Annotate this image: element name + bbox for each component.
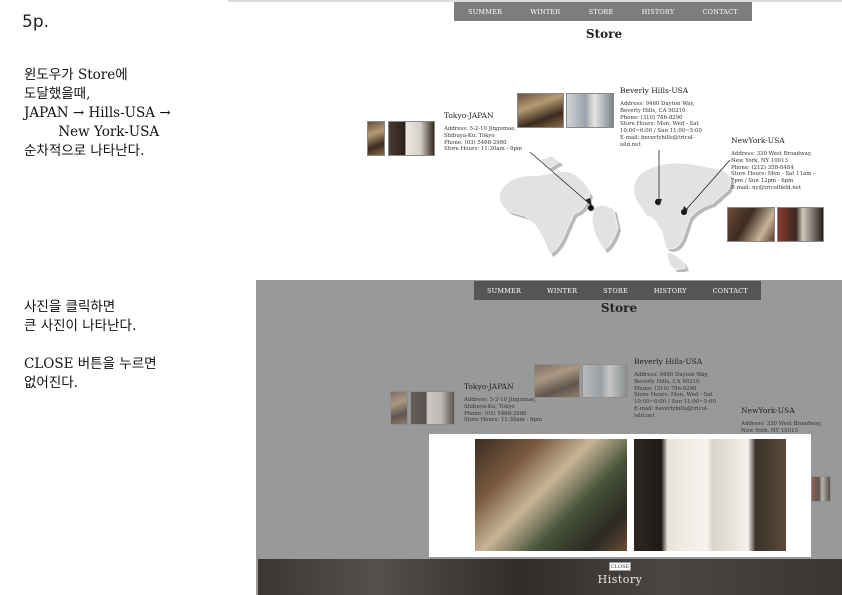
- detail-line: ield.net: [620, 141, 641, 148]
- history-section: [258, 559, 842, 595]
- nav-contact[interactable]: CONTACT: [713, 287, 748, 295]
- large-photo-2[interactable]: [634, 439, 786, 551]
- tokyo-details: Address: 5-2-10 Jingumae, Shibuya-Ku, To…: [464, 397, 554, 424]
- nav-winter[interactable]: WINTER: [547, 287, 577, 295]
- tokyo-photo[interactable]: [388, 121, 435, 156]
- detail-line: Store Hours: Mon - Sat 11am -: [731, 171, 815, 178]
- detail-line: Store Hours: Mon, Wed - Sat: [634, 392, 713, 399]
- annotation-note-bottom: 사진을 클릭하면 큰 사진이 나타난다. CLOSE 버튼을 누르면 없어진다.: [24, 298, 157, 393]
- detail-line: Beverly Hills, CA 90210: [620, 107, 686, 114]
- tokyo-photo-small[interactable]: [367, 121, 385, 156]
- detail-line: Store Hours: 11:30am - 8pm: [444, 146, 522, 153]
- tokyo-photo-small[interactable]: [390, 391, 408, 425]
- nav-store[interactable]: STORE: [603, 287, 628, 295]
- beverly-photo-1[interactable]: [534, 364, 580, 398]
- overlay-newyork-info: NewYork-USA Address: 330 West Broadway, …: [741, 406, 841, 435]
- close-button[interactable]: CLOSE: [609, 562, 631, 571]
- overlay-beverly-info: Beverly Hills-USA Address: 9460 Dayton W…: [634, 357, 734, 420]
- detail-line: Phone: (310) 786-8290: [634, 385, 697, 392]
- beverly-info: Beverly Hills-USA Address: 9460 Dayton W…: [620, 86, 720, 149]
- detail-line: Phone: (310) 786-8290: [620, 114, 683, 121]
- detail-line: Shibuya-Ku, Tokyo: [464, 403, 515, 410]
- detail-line: Store Hours: Mon, Wed - Sat: [620, 121, 699, 128]
- detail-line: E-mail: beverlyhills@tricol-: [634, 405, 709, 412]
- detail-line: 10:00~6:00 / Sun 11:00~5:00: [634, 399, 716, 406]
- detail-line: Phone: (212) 358-8484: [731, 164, 794, 171]
- detail-line: Phone: (03) 5468-2980: [444, 139, 507, 146]
- detail-line: Address: 330 West Broadway,: [741, 421, 822, 427]
- newyork-name: NewYork-USA: [741, 406, 795, 415]
- large-photo-1[interactable]: [475, 439, 627, 551]
- newyork-name: NewYork-USA: [731, 136, 785, 145]
- nav-summer[interactable]: SUMMER: [487, 287, 521, 295]
- note-line: 없어진다.: [24, 375, 78, 391]
- tokyo-photo[interactable]: [410, 391, 455, 425]
- overlay-store-title: Store: [600, 301, 638, 315]
- note-line: 사진을 클릭하면: [24, 299, 116, 315]
- note-line: 큰 사진이 나타난다.: [24, 318, 137, 334]
- nav-history[interactable]: HISTORY: [654, 287, 687, 295]
- detail-line: 10:00~6:00 / Sun 11:00~5:00: [620, 128, 702, 135]
- detail-line: Beverly Hills, CA 90210: [634, 378, 700, 385]
- newyork-photo-2[interactable]: [777, 207, 824, 242]
- photo-modal: [429, 434, 811, 557]
- beverly-photo-2[interactable]: [566, 93, 614, 128]
- detail-line: E-mail: ny@tricolfield.net: [731, 184, 802, 191]
- detail-line: Address: 5-2-10 Jingumae,: [464, 397, 537, 403]
- detail-line: Store Hours: 11:30am - 8pm: [464, 417, 542, 424]
- newyork-details: Address: 330 West Broadway, New York, NY…: [731, 151, 831, 192]
- beverly-details: Address: 9460 Dayton Way, Beverly Hills,…: [620, 101, 720, 149]
- detail-line: Shibuya-Ku, Tokyo: [444, 132, 495, 139]
- beverly-name: Beverly Hills-USA: [634, 357, 703, 366]
- detail-line: 7pm / Sun 12pm - 6pm: [731, 178, 794, 185]
- beverly-photo-2[interactable]: [582, 364, 628, 398]
- detail-line: ield.net: [634, 412, 655, 419]
- detail-line: Address: 9460 Dayton Way,: [634, 372, 709, 378]
- beverly-name: Beverly Hills-USA: [620, 86, 689, 95]
- history-title: History: [597, 573, 643, 586]
- detail-line: E-mail: beverlyhills@tricol-: [620, 134, 695, 141]
- tokyo-details: Address: 5-2-10 Jingumae, Shibuya-Ku, To…: [444, 126, 534, 153]
- newyork-details: Address: 330 West Broadway, New York, NY…: [741, 421, 841, 435]
- beverly-photo-1[interactable]: [517, 93, 564, 128]
- overlay-nav-bar: SUMMER WINTER STORE HISTORY CONTACT: [474, 281, 761, 300]
- detail-line: Address: 9460 Dayton Way,: [620, 101, 695, 107]
- note-line: [24, 336, 157, 355]
- detail-line: New York, NY 10013: [731, 157, 788, 164]
- detail-line: Phone: (03) 5468-2980: [464, 410, 527, 417]
- newyork-photo-2[interactable]: [811, 476, 831, 502]
- note-line: CLOSE 버튼을 누르면: [24, 356, 157, 372]
- newyork-photo-1[interactable]: [727, 207, 775, 242]
- beverly-details: Address: 9460 Dayton Way, Beverly Hills,…: [634, 372, 734, 420]
- newyork-info: NewYork-USA Address: 330 West Broadway, …: [731, 136, 831, 192]
- detail-line: Address: 330 West Broadway,: [731, 151, 812, 157]
